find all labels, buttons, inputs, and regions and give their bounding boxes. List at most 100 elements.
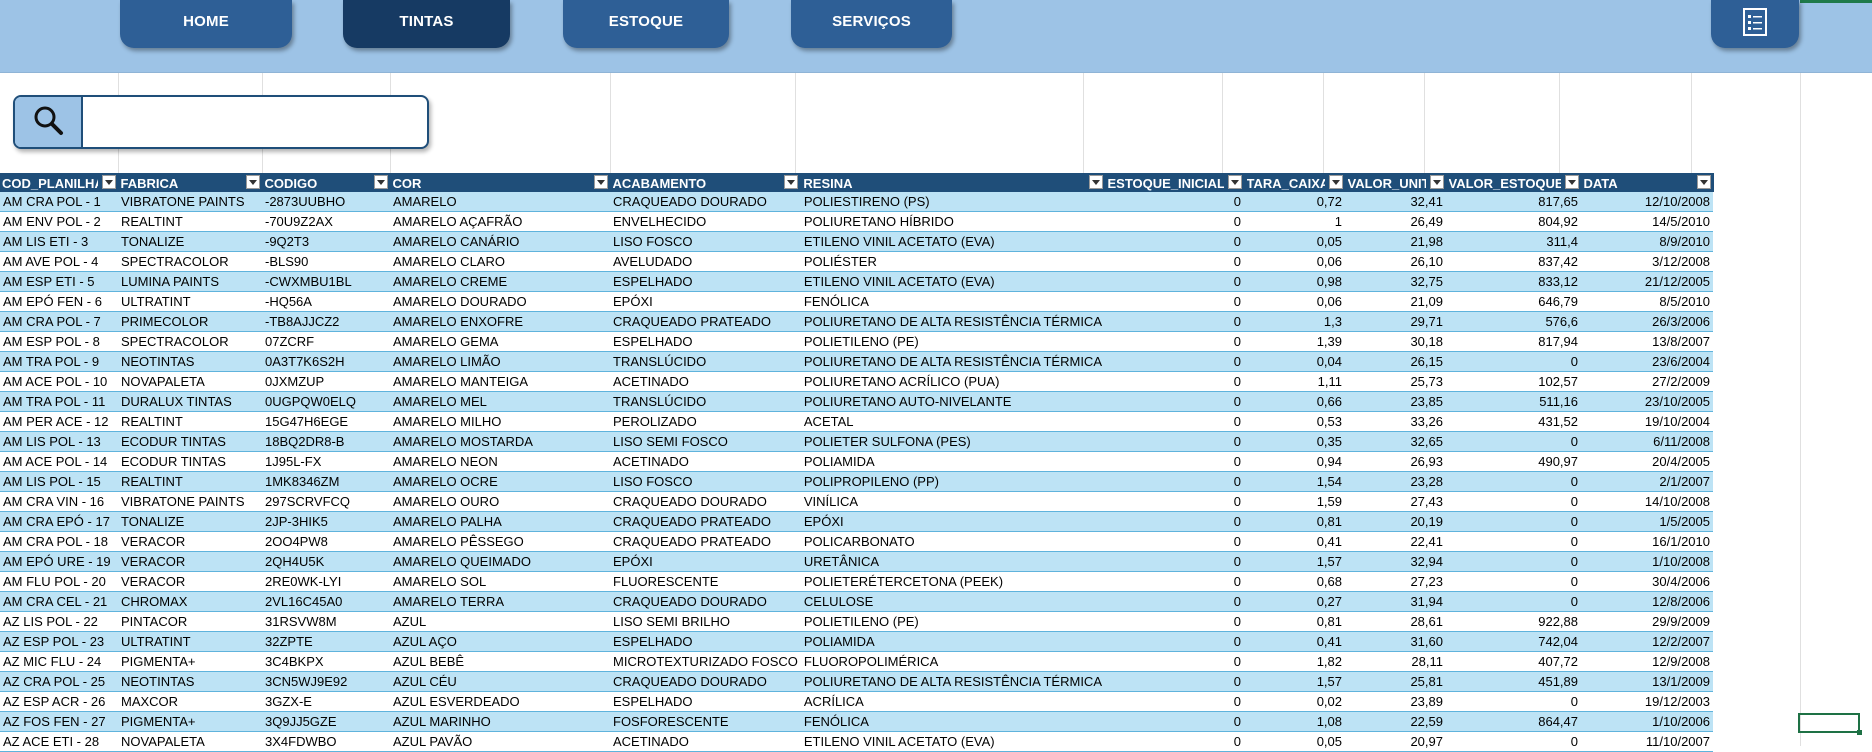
table-cell[interactable]: 1,82 [1244, 651, 1345, 672]
table-cell[interactable]: 2VL16C45A0 [262, 591, 390, 612]
table-cell[interactable]: 0 [1105, 371, 1244, 392]
table-cell[interactable]: DURALUX TINTAS [118, 391, 262, 412]
table-cell[interactable]: 6/11/2008 [1581, 431, 1713, 452]
table-cell[interactable]: 1 [1244, 211, 1345, 232]
table-cell[interactable]: -9Q2T3 [262, 231, 390, 252]
table-cell[interactable]: 0 [1105, 231, 1244, 252]
table-cell[interactable]: AZ ACE ETI - 28 [0, 731, 118, 752]
table-cell[interactable]: POLIURETANO DE ALTA RESISTÊNCIA TÉRMICA [800, 351, 1105, 372]
table-cell[interactable]: 20,97 [1345, 731, 1446, 752]
table-cell[interactable]: 26,49 [1345, 211, 1446, 232]
table-cell[interactable]: AM TRA POL - 9 [0, 351, 118, 372]
table-cell[interactable]: 833,12 [1446, 271, 1581, 292]
table-cell[interactable]: LISO SEMI FOSCO [610, 431, 801, 452]
table-cell[interactable]: URETÂNICA [800, 551, 1105, 572]
table-cell[interactable]: 1,3 [1244, 311, 1345, 332]
report-button[interactable] [1711, 0, 1799, 48]
table-cell[interactable]: FENÓLICA [800, 291, 1105, 312]
table-cell[interactable]: CRAQUEADO DOURADO [610, 192, 801, 212]
table-cell[interactable]: 1/5/2005 [1581, 511, 1713, 532]
table-cell[interactable]: AMARELO MOSTARDA [390, 431, 610, 452]
table-cell[interactable]: AMARELO GEMA [390, 331, 610, 352]
nav-tintas-button[interactable]: TINTAS [343, 0, 510, 48]
table-cell[interactable]: TONALIZE [118, 231, 262, 252]
table-cell[interactable]: 0 [1105, 311, 1244, 332]
table-cell[interactable]: SPECTRACOLOR [118, 331, 262, 352]
table-cell[interactable]: 0,05 [1244, 731, 1345, 752]
table-cell[interactable]: 0 [1446, 591, 1581, 612]
table-cell[interactable]: 0,35 [1244, 431, 1345, 452]
table-cell[interactable]: 28,11 [1345, 651, 1446, 672]
table-cell[interactable]: POLIESTIRENO (PS) [800, 192, 1105, 212]
table-cell[interactable]: TRANSLÚCIDO [610, 351, 801, 372]
table-cell[interactable]: PIGMENTA+ [118, 651, 262, 672]
table-cell[interactable]: AMARELO AÇAFRÃO [390, 211, 610, 232]
table-cell[interactable]: POLIETILENO (PE) [800, 611, 1105, 632]
table-cell[interactable]: AVELUDADO [610, 251, 801, 272]
table-cell[interactable]: 0 [1105, 331, 1244, 352]
filter-dropdown-button[interactable] [1328, 175, 1343, 189]
table-cell[interactable]: 0 [1446, 551, 1581, 572]
table-cell[interactable]: POLIURETANO ACRÍLICO (PUA) [800, 371, 1105, 392]
table-cell[interactable]: ACETINADO [610, 371, 801, 392]
table-cell[interactable]: 0 [1105, 511, 1244, 532]
table-cell[interactable]: 12/8/2006 [1581, 591, 1713, 612]
table-cell[interactable]: 3/12/2008 [1581, 251, 1713, 272]
table-cell[interactable]: 0,94 [1244, 451, 1345, 472]
table-cell[interactable]: 576,6 [1446, 311, 1581, 332]
table-cell[interactable]: ULTRATINT [118, 291, 262, 312]
table-cell[interactable]: 12/9/2008 [1581, 651, 1713, 672]
table-cell[interactable]: 0,68 [1244, 571, 1345, 592]
table-cell[interactable]: REALTINT [118, 411, 262, 432]
table-cell[interactable]: AM LIS ETI - 3 [0, 231, 118, 252]
table-cell[interactable]: NOVAPALETA [118, 371, 262, 392]
table-cell[interactable]: AMARELO MANTEIGA [390, 371, 610, 392]
table-cell[interactable]: AM PER ACE - 12 [0, 411, 118, 432]
table-cell[interactable]: 32,41 [1345, 192, 1446, 212]
table-cell[interactable]: ACETINADO [610, 451, 801, 472]
table-cell[interactable]: 0,66 [1244, 391, 1345, 412]
table-cell[interactable]: 102,57 [1446, 371, 1581, 392]
table-cell[interactable]: 0 [1105, 571, 1244, 592]
table-cell[interactable]: 30,18 [1345, 331, 1446, 352]
table-cell[interactable]: AMARELO CLARO [390, 251, 610, 272]
table-cell[interactable]: PIGMENTA+ [118, 711, 262, 732]
table-cell[interactable]: 21/12/2005 [1581, 271, 1713, 292]
table-cell[interactable]: 0 [1105, 251, 1244, 272]
table-cell[interactable]: 431,52 [1446, 411, 1581, 432]
search-input[interactable] [85, 97, 427, 147]
filter-dropdown-button[interactable] [245, 175, 260, 189]
filter-dropdown-button[interactable] [373, 175, 388, 189]
table-cell[interactable]: MICROTEXTURIZADO FOSCO [610, 651, 801, 672]
table-cell[interactable]: 311,4 [1446, 231, 1581, 252]
table-cell[interactable]: 0 [1446, 511, 1581, 532]
table-cell[interactable]: 0 [1105, 551, 1244, 572]
table-cell[interactable]: 2QH4U5K [262, 551, 390, 572]
table-cell[interactable]: ECODUR TINTAS [118, 451, 262, 472]
table-cell[interactable]: AMARELO CREME [390, 271, 610, 292]
table-cell[interactable]: 2JP-3HIK5 [262, 511, 390, 532]
table-cell[interactable]: 0 [1105, 691, 1244, 712]
table-cell[interactable]: 27,23 [1345, 571, 1446, 592]
table-cell[interactable]: AMARELO SOL [390, 571, 610, 592]
table-cell[interactable]: 0 [1446, 691, 1581, 712]
table-cell[interactable]: POLIURETANO AUTO-NIVELANTE [800, 391, 1105, 412]
table-cell[interactable]: POLIURETANO HÍBRIDO [800, 211, 1105, 232]
table-cell[interactable]: 0 [1105, 451, 1244, 472]
table-cell[interactable]: 451,89 [1446, 671, 1581, 692]
table-cell[interactable]: REALTINT [118, 471, 262, 492]
table-cell[interactable]: AZUL AÇO [390, 631, 610, 652]
table-cell[interactable]: 0JXMZUP [262, 371, 390, 392]
table-cell[interactable]: -CWXMBU1BL [262, 271, 390, 292]
table-cell[interactable]: CHROMAX [118, 591, 262, 612]
nav-estoque-button[interactable]: ESTOQUE [563, 0, 729, 48]
table-cell[interactable]: ETILENO VINIL ACETATO (EVA) [800, 731, 1105, 752]
table-cell[interactable]: 19/12/2003 [1581, 691, 1713, 712]
table-cell[interactable]: AZ ESP ACR - 26 [0, 691, 118, 712]
table-cell[interactable]: 0 [1105, 611, 1244, 632]
table-cell[interactable]: 23,89 [1345, 691, 1446, 712]
table-cell[interactable]: 0,06 [1244, 251, 1345, 272]
table-cell[interactable]: 1,59 [1244, 491, 1345, 512]
table-cell[interactable]: 0 [1446, 431, 1581, 452]
table-cell[interactable]: 27/2/2009 [1581, 371, 1713, 392]
